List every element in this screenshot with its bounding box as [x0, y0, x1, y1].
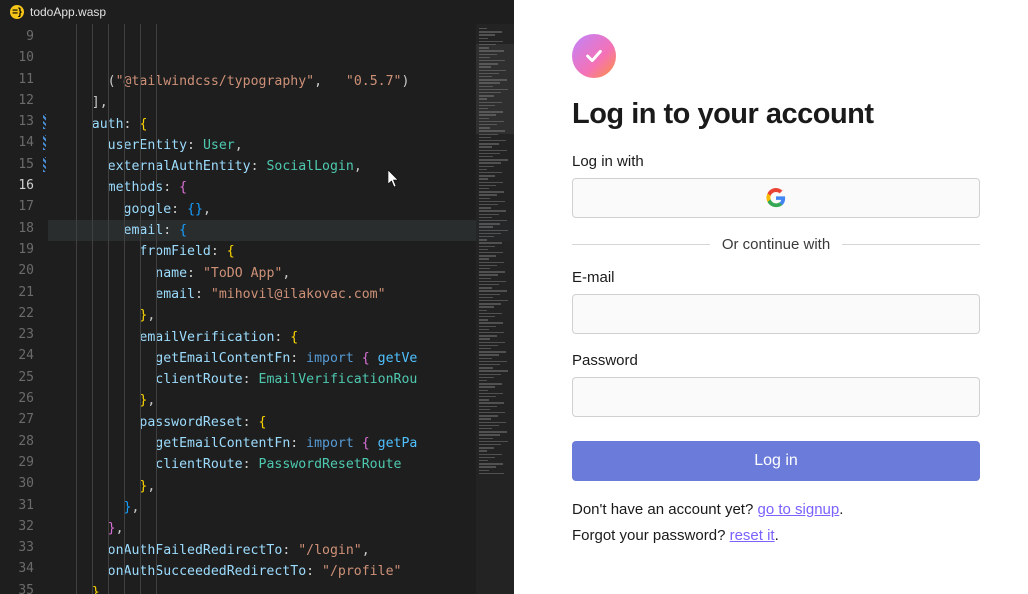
code-line[interactable]: email: {	[48, 220, 514, 241]
gutter-line-number: 35	[0, 580, 48, 594]
code-line[interactable]: methods: {	[48, 177, 514, 198]
separator: Or continue with	[572, 236, 980, 253]
code-line[interactable]: ("@tailwindcss/typography", "0.5.7")	[48, 71, 514, 92]
gutter-line-number: 31	[0, 495, 48, 516]
code-line[interactable]: },	[48, 497, 514, 518]
indent-guide	[140, 24, 141, 594]
login-pane: Log in to your account Log in with Or co…	[514, 0, 1028, 594]
indent-guide	[124, 24, 125, 594]
code-line[interactable]: },	[48, 518, 514, 539]
code-line[interactable]: },	[48, 390, 514, 411]
code-line[interactable]: email: "mihovil@ilakovac.com"	[48, 284, 514, 305]
code-line[interactable]: externalAuthEntity: SocialLogin,	[48, 156, 514, 177]
gutter-line-number: 24	[0, 345, 48, 366]
gutter-line-number: 27	[0, 409, 48, 430]
checkmark-icon	[583, 45, 605, 67]
editor-gutter: 9101112131415161718192021222324252627282…	[0, 24, 48, 594]
code-line[interactable]: userEntity: User,	[48, 135, 514, 156]
signup-prompt: Don't have an account yet?	[572, 501, 758, 518]
gutter-line-number: 23	[0, 324, 48, 345]
gutter-line-number: 26	[0, 388, 48, 409]
wasp-file-icon: =}	[10, 5, 24, 19]
gutter-line-number: 16	[0, 175, 48, 196]
minimap-viewport[interactable]	[476, 44, 514, 134]
gutter-line-number: 29	[0, 452, 48, 473]
gutter-line-number: 21	[0, 282, 48, 303]
gutter-line-number: 17	[0, 196, 48, 217]
app-logo	[572, 34, 616, 78]
editor-tab-filename: todoApp.wasp	[30, 5, 106, 19]
modified-marker-icon	[43, 114, 46, 129]
indent-guide	[92, 24, 93, 594]
gutter-line-number: 15	[0, 154, 48, 175]
password-label: Password	[572, 352, 980, 369]
editor-tabbar: =} todoApp.wasp	[0, 0, 514, 24]
editor-code-area[interactable]: ("@tailwindcss/typography", "0.5.7") ], …	[48, 24, 514, 594]
editor-minimap[interactable]	[476, 24, 514, 594]
reset-link[interactable]: reset it	[730, 527, 775, 544]
login-heading: Log in to your account	[572, 98, 980, 131]
signup-link[interactable]: go to signup	[758, 501, 840, 518]
code-line[interactable]: onAuthFailedRedirectTo: "/login",	[48, 540, 514, 561]
code-line[interactable]: google: {},	[48, 199, 514, 220]
code-line[interactable]: ],	[48, 92, 514, 113]
code-line[interactable]: clientRoute: PasswordResetRoute	[48, 454, 514, 475]
gutter-line-number: 33	[0, 537, 48, 558]
separator-text: Or continue with	[722, 236, 830, 253]
code-line[interactable]: getEmailContentFn: import { getVe	[48, 348, 514, 369]
code-editor-pane: =} todoApp.wasp 910111213141516171819202…	[0, 0, 514, 594]
gutter-line-number: 28	[0, 431, 48, 452]
gutter-line-number: 11	[0, 69, 48, 90]
code-line[interactable]: clientRoute: EmailVerificationRou	[48, 369, 514, 390]
code-line[interactable]: fromField: {	[48, 241, 514, 262]
gutter-line-number: 32	[0, 516, 48, 537]
gutter-line-number: 25	[0, 367, 48, 388]
google-icon	[766, 188, 786, 208]
gutter-line-number: 22	[0, 303, 48, 324]
separator-line	[572, 244, 710, 245]
editor-tab[interactable]: =} todoApp.wasp	[0, 0, 116, 24]
gutter-line-number: 9	[0, 26, 48, 47]
reset-prompt: Forgot your password?	[572, 527, 730, 544]
password-field[interactable]	[572, 377, 980, 417]
indent-guide	[108, 24, 109, 594]
email-field[interactable]	[572, 294, 980, 334]
email-label: E-mail	[572, 269, 980, 286]
gutter-line-number: 13	[0, 111, 48, 132]
gutter-line-number: 30	[0, 473, 48, 494]
modified-marker-icon	[43, 157, 46, 172]
code-line[interactable]: getEmailContentFn: import { getPa	[48, 433, 514, 454]
google-login-button[interactable]	[572, 178, 980, 218]
separator-line	[842, 244, 980, 245]
gutter-line-number: 19	[0, 239, 48, 260]
login-footer: Don't have an account yet? go to signup.…	[572, 497, 980, 548]
code-line[interactable]: },	[48, 582, 514, 594]
gutter-line-number: 14	[0, 132, 48, 153]
code-line[interactable]: },	[48, 476, 514, 497]
gutter-line-number: 34	[0, 558, 48, 579]
code-line[interactable]: auth: {	[48, 114, 514, 135]
modified-marker-icon	[43, 135, 46, 150]
indent-guide	[156, 24, 157, 594]
code-line[interactable]: onAuthSucceededRedirectTo: "/profile"	[48, 561, 514, 582]
gutter-line-number: 10	[0, 47, 48, 68]
code-line[interactable]: },	[48, 305, 514, 326]
gutter-line-number: 12	[0, 90, 48, 111]
code-line[interactable]: passwordReset: {	[48, 412, 514, 433]
gutter-line-number: 18	[0, 218, 48, 239]
code-line[interactable]: name: "ToDO App",	[48, 263, 514, 284]
login-with-label: Log in with	[572, 153, 980, 170]
gutter-line-number: 20	[0, 260, 48, 281]
indent-guide	[76, 24, 77, 594]
code-line[interactable]: emailVerification: {	[48, 327, 514, 348]
editor-body[interactable]: 9101112131415161718192021222324252627282…	[0, 24, 514, 594]
login-button[interactable]: Log in	[572, 441, 980, 481]
